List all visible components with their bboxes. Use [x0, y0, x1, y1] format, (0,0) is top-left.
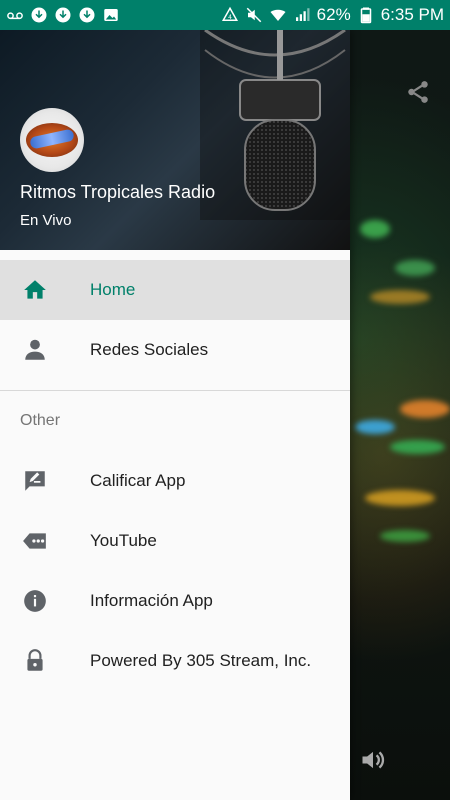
station-logo	[20, 108, 84, 172]
svg-text:4: 4	[228, 14, 232, 21]
station-subtitle: En Vivo	[20, 212, 72, 229]
download-icon	[30, 6, 48, 24]
volume-button[interactable]	[358, 748, 388, 776]
wifi-icon	[269, 6, 287, 24]
mute-icon	[245, 6, 263, 24]
tag-dots-icon	[22, 528, 48, 554]
lock-icon	[22, 648, 48, 674]
menu-item-youtube[interactable]: YouTube	[0, 511, 350, 571]
microphone-image	[200, 30, 350, 220]
info-icon	[22, 588, 48, 614]
clock: 6:35 PM	[380, 5, 444, 24]
voicemail-icon	[6, 6, 24, 24]
menu-item-label: Home	[90, 280, 136, 299]
menu-item-redes-sociales[interactable]: Redes Sociales	[0, 320, 350, 380]
status-bar: 4 62% 6:35 PM	[0, 0, 450, 30]
station-title: Ritmos Tropicales Radio	[20, 182, 216, 202]
menu-item-label: Powered By 305 Stream, Inc.	[90, 651, 312, 670]
person-icon	[22, 337, 48, 363]
menu-item-informacion-app[interactable]: Información App	[0, 571, 350, 631]
menu-item-powered-by[interactable]: Powered By 305 Stream, Inc.	[0, 631, 350, 691]
menu-item-label: Calificar App	[90, 471, 186, 490]
menu-item-label: Información App	[90, 591, 213, 610]
battery-icon	[357, 6, 375, 24]
section-label-other: Other	[20, 412, 61, 429]
image-icon	[102, 6, 120, 24]
status-bar-left	[6, 6, 120, 24]
download-icon	[54, 6, 72, 24]
battery-percent: 62%	[316, 5, 351, 24]
status-bar-right: 4 62% 6:35 PM	[221, 5, 444, 25]
rate-icon	[22, 468, 48, 494]
volume-icon	[359, 746, 387, 779]
signal-icon	[293, 6, 311, 24]
share-button[interactable]	[404, 80, 432, 108]
menu-item-home[interactable]: Home	[0, 260, 350, 320]
download-icon	[78, 6, 96, 24]
background-image	[350, 200, 450, 700]
menu-item-label: Redes Sociales	[90, 340, 209, 359]
navigation-drawer: Ritmos Tropicales Radio En Vivo Home Red…	[0, 30, 350, 800]
drawer-menu: Home Redes Sociales Other Calificar App …	[0, 250, 350, 691]
share-icon	[405, 79, 431, 110]
drawer-header: Ritmos Tropicales Radio En Vivo	[0, 30, 350, 250]
menu-item-calificar-app[interactable]: Calificar App	[0, 451, 350, 511]
home-icon	[22, 277, 48, 303]
menu-item-label: YouTube	[90, 531, 157, 550]
data-saver-icon: 4	[221, 6, 239, 24]
